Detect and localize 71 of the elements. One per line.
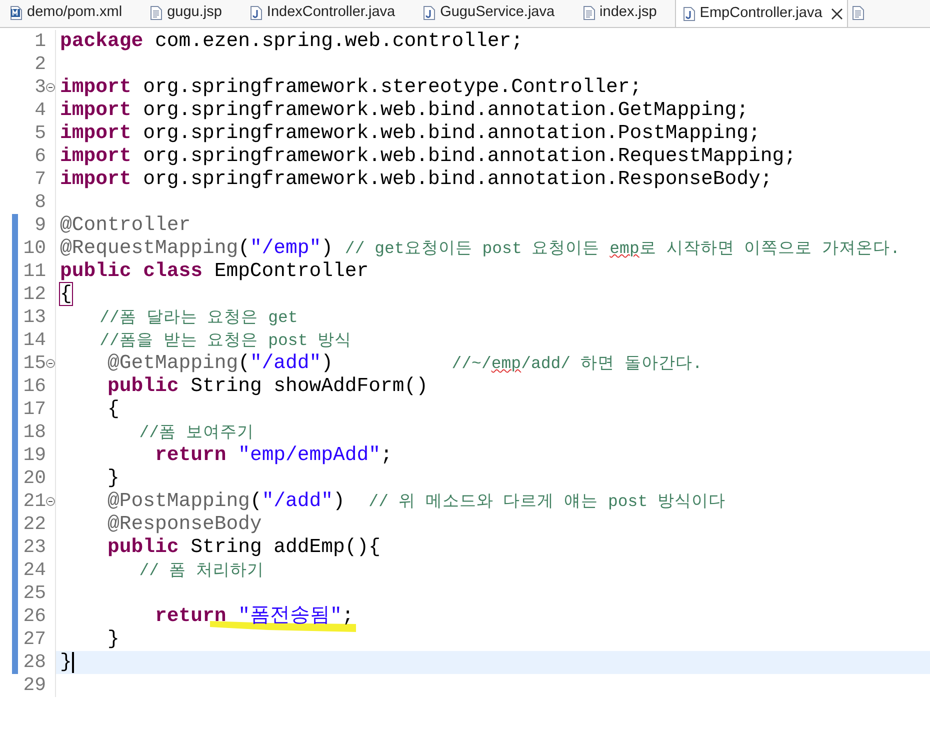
code-line: package com.ezen.spring.web.controller; xyxy=(60,32,523,52)
line-number: 18 xyxy=(23,423,46,442)
line-number: 25 xyxy=(23,584,46,603)
code-line: return "폼전송됨"; xyxy=(154,606,354,626)
line-number: 11 xyxy=(23,262,46,281)
code-line: public String addEmp(){ xyxy=(106,538,381,558)
code-line: import org.springframework.web.bind.annotation.RequestMapping; xyxy=(60,146,796,166)
code-line: @ResponseBody xyxy=(106,514,262,534)
line-number: 5 xyxy=(34,124,46,143)
line-number: 28 xyxy=(23,653,46,672)
editor-tab[interactable]: index.jsp xyxy=(572,0,675,27)
code-line: import org.springframework.web.bind.annotation.PostMapping; xyxy=(60,124,760,144)
line-number: 6 xyxy=(34,147,46,166)
line-number: 22 xyxy=(23,515,46,534)
line-number: 16 xyxy=(23,377,46,396)
java-file-icon xyxy=(250,6,262,20)
code-line: import org.springframework.web.bind.annotation.GetMapping; xyxy=(60,100,749,120)
code-line: //폼을 받는 요청은 post 방식 xyxy=(98,330,352,350)
collapse-icon[interactable] xyxy=(46,359,55,368)
collapse-icon[interactable] xyxy=(46,497,55,506)
code-line: //폼 보여주기 xyxy=(138,422,254,442)
code-line: @GetMapping("/add") //~/emp/add/ 하면 돌아간다. xyxy=(106,354,702,374)
line-number: 9 xyxy=(34,216,46,235)
editor-tab[interactable]: demo/pom.xml xyxy=(0,0,140,27)
line-number: 4 xyxy=(34,101,46,120)
line-number: 27 xyxy=(23,630,46,649)
line-number: 24 xyxy=(23,561,46,580)
line-number: 12 xyxy=(23,285,46,304)
line-number: 19 xyxy=(23,446,46,465)
java-file-icon xyxy=(423,6,436,20)
code-line: @PostMapping("/add") // 위 메소드와 다르게 얘는 post 방식이다 xyxy=(106,492,726,512)
editor-tab[interactable]: GuguService.java xyxy=(413,0,573,27)
code-line: @Controller xyxy=(60,216,191,236)
code-line: // 폼 처리하기 xyxy=(138,560,264,580)
editor-tab[interactable]: EmpController.java xyxy=(674,0,848,27)
code-line: } xyxy=(106,630,120,650)
line-number: 17 xyxy=(23,400,46,419)
line-number: 2 xyxy=(34,55,46,74)
code-line: { xyxy=(60,284,72,304)
line-number: 3 xyxy=(34,78,46,97)
code-line: import org.springframework.stereotype.Controller; xyxy=(60,78,642,98)
line-number: 1 xyxy=(34,32,46,51)
document-icon xyxy=(582,6,595,20)
document-icon xyxy=(150,6,162,20)
java-file-icon xyxy=(682,6,695,20)
code-line: public String showAddForm() xyxy=(106,376,428,396)
line-number: 7 xyxy=(34,170,46,189)
code-line: //폼 달라는 요청은 get xyxy=(98,308,298,328)
maven-file-icon xyxy=(10,6,22,20)
line-number: 21 xyxy=(23,492,46,511)
collapse-icon[interactable] xyxy=(46,83,55,92)
line-number: 10 xyxy=(23,239,46,258)
document-icon xyxy=(852,6,864,20)
line-number: 26 xyxy=(23,607,46,626)
line-number: 23 xyxy=(23,538,46,557)
line-number: 14 xyxy=(23,331,46,350)
code-line: import org.springframework.web.bind.annotation.ResponseBody; xyxy=(60,170,772,190)
line-number: 13 xyxy=(23,308,46,327)
code-line: } xyxy=(106,468,120,488)
close-icon[interactable] xyxy=(831,8,844,20)
line-number: 8 xyxy=(34,193,46,212)
line-number: 20 xyxy=(23,469,46,488)
line-number: 29 xyxy=(23,676,46,695)
code-line: { xyxy=(106,400,120,420)
editor-tab[interactable]: gugu.jsp xyxy=(140,0,240,27)
code-line: return "emp/empAdd"; xyxy=(154,446,392,466)
code-line: public class EmpController xyxy=(60,262,369,282)
code-line: @RequestMapping("/emp") // get요청이든 post 요청이든 emp로 시작하면 이쪽으로 가져온다. xyxy=(60,238,900,258)
code-line: } xyxy=(60,652,72,672)
line-number: 15 xyxy=(23,354,46,373)
editor-tab[interactable]: IndexController.java xyxy=(240,0,414,27)
